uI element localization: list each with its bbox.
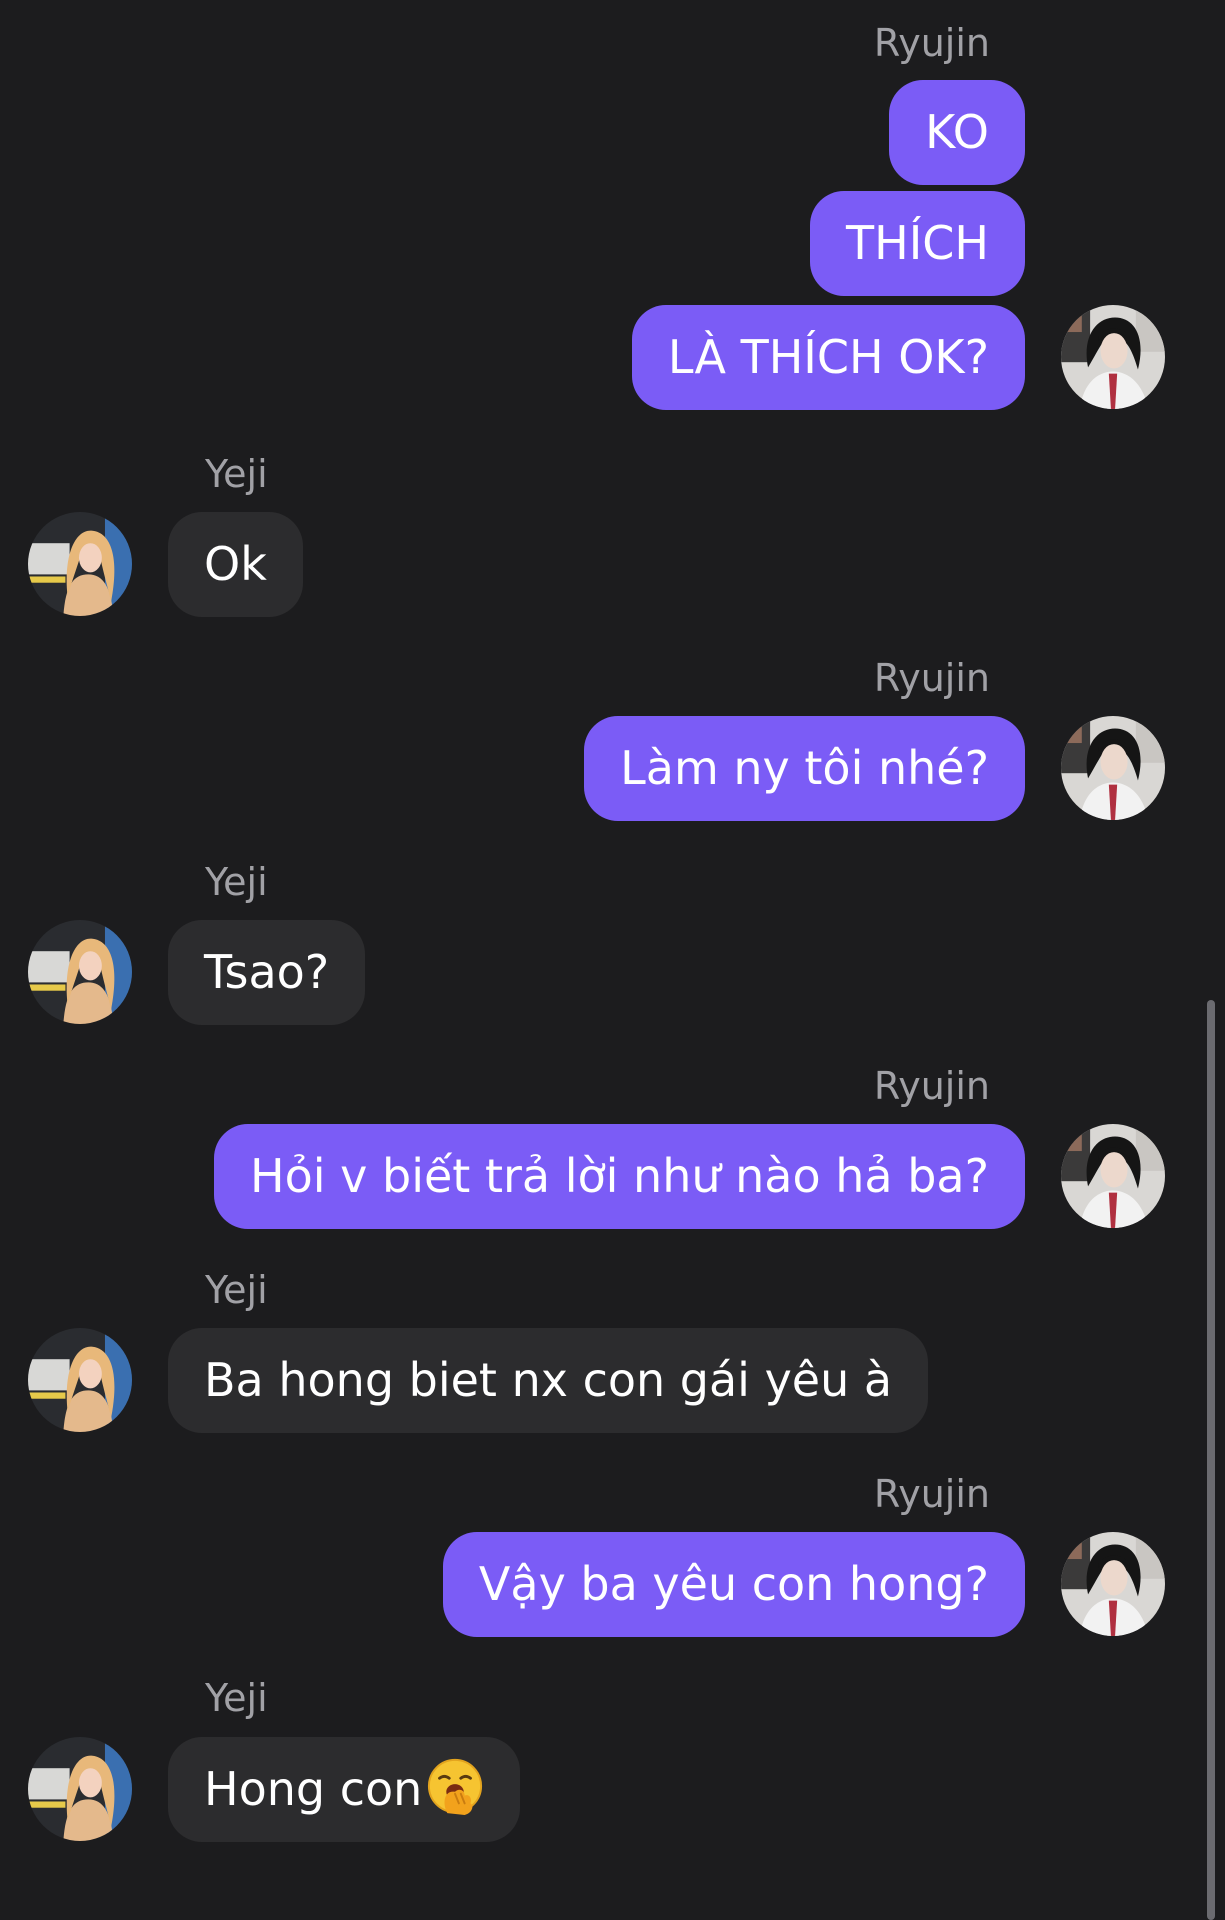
- message-bubble-incoming[interactable]: Tsao?: [168, 920, 366, 1025]
- sender-name-yeji: Yeji: [205, 1268, 268, 1312]
- message-bubble-outgoing[interactable]: THÍCH: [810, 191, 1025, 296]
- sender-name-ryujin: Ryujin: [873, 1064, 990, 1108]
- ryujin-avatar-icon[interactable]: [1061, 1124, 1165, 1228]
- sender-name-ryujin: Ryujin: [873, 21, 990, 65]
- ryujin-avatar-image: [1061, 1532, 1165, 1636]
- message-bubble-incoming[interactable]: Ok: [168, 512, 303, 617]
- ryujin-avatar-image: [1061, 716, 1165, 820]
- ryujin-avatar-icon[interactable]: [1061, 1532, 1165, 1636]
- yeji-avatar-image: [28, 1737, 132, 1841]
- ryujin-avatar-icon[interactable]: [1061, 716, 1165, 820]
- yeji-avatar-image: [28, 1328, 132, 1432]
- message-bubble-outgoing[interactable]: Vậy ba yêu con hong?: [442, 1532, 1025, 1637]
- sender-name-yeji: Yeji: [205, 452, 268, 496]
- message-bubble-outgoing[interactable]: KO: [889, 80, 1025, 185]
- message-bubble-outgoing[interactable]: LÀ THÍCH OK?: [631, 305, 1025, 410]
- yeji-avatar-image: [28, 920, 132, 1024]
- message-bubble-incoming[interactable]: Ba hong biet nx con gái yêu à: [168, 1328, 929, 1433]
- sender-name-yeji: Yeji: [205, 860, 268, 904]
- message-bubble-incoming[interactable]: Hong con: [168, 1737, 521, 1842]
- message-bubble-outgoing[interactable]: Hỏi v biết trả lời như nào hả ba?: [214, 1124, 1025, 1229]
- yeji-avatar-icon[interactable]: [28, 512, 132, 616]
- scrollbar[interactable]: [1207, 1000, 1215, 1920]
- message-bubble-outgoing[interactable]: Làm ny tôi nhé?: [584, 716, 1025, 821]
- message-text: Hong con: [204, 1762, 423, 1816]
- sender-name-ryujin: Ryujin: [873, 1472, 990, 1516]
- ryujin-avatar-image: [1061, 305, 1165, 409]
- ryujin-avatar-icon[interactable]: [1061, 305, 1165, 409]
- ryujin-avatar-image: [1061, 1124, 1165, 1228]
- yeji-avatar-icon[interactable]: [28, 1737, 132, 1841]
- yeji-avatar-image: [28, 512, 132, 616]
- chat-thread[interactable]: Ryujin KO THÍCH LÀ THÍCH OK? Yeji Ok Ryu…: [0, 0, 1225, 1920]
- sender-name-yeji: Yeji: [205, 1676, 268, 1720]
- yeji-avatar-icon[interactable]: [28, 1328, 132, 1432]
- face-with-hand-over-mouth-emoji-icon: [426, 1757, 484, 1815]
- yeji-avatar-icon[interactable]: [28, 920, 132, 1024]
- sender-name-ryujin: Ryujin: [873, 656, 990, 700]
